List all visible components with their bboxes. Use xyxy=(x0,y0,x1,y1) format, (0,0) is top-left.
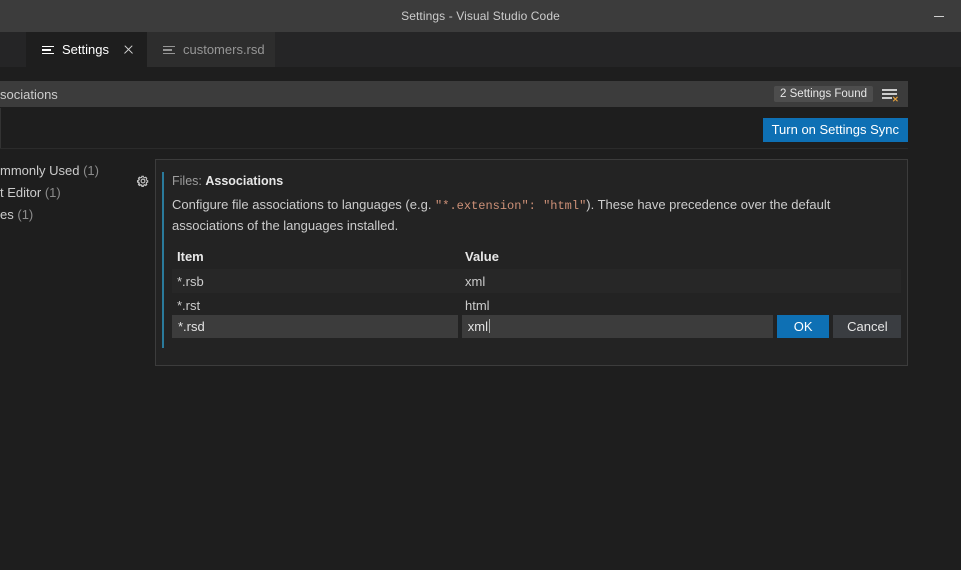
cancel-button[interactable]: Cancel xyxy=(833,315,901,338)
header-left-rail xyxy=(0,108,1,148)
minimize-button[interactable] xyxy=(916,0,961,32)
tab-settings[interactable]: Settings xyxy=(26,32,147,67)
setting-card-files-associations: Files: Associations Configure file assoc… xyxy=(155,159,908,366)
sidebar-item-files[interactable]: es (1) xyxy=(0,204,130,226)
associations-table: Item Value *.rsb xml *.rst html xyxy=(172,244,901,317)
table-row[interactable]: *.rsb xml xyxy=(172,269,901,293)
window-controls xyxy=(916,0,961,32)
sidebar-item-files-count: (1) xyxy=(17,207,33,222)
association-value-input[interactable]: xml xyxy=(462,315,773,338)
settings-table-of-contents: mmonly Used (1) t Editor (1) es (1) xyxy=(0,160,130,226)
table-cell-value: xml xyxy=(460,274,901,289)
setting-description-colon: : xyxy=(529,199,543,213)
tab-strip: Settings customers.rsd xyxy=(26,32,276,67)
sidebar-item-text-editor[interactable]: t Editor (1) xyxy=(0,182,130,204)
filter-clear-icon[interactable]: ✕ xyxy=(880,84,900,104)
turn-on-settings-sync-button[interactable]: Turn on Settings Sync xyxy=(763,118,908,142)
sidebar-item-text-editor-count: (1) xyxy=(45,185,61,200)
vscode-window: Settings - Visual Studio Code Settings c… xyxy=(0,0,961,570)
sidebar-item-commonly-used-count: (1) xyxy=(83,163,99,178)
file-icon xyxy=(161,42,177,58)
results-count-badge: 2 Settings Found xyxy=(774,86,873,102)
column-header-item: Item xyxy=(172,249,460,264)
table-cell-item: *.rsb xyxy=(172,274,460,289)
association-value-input-text: xml xyxy=(468,319,488,334)
sidebar-item-files-label: es xyxy=(0,207,14,222)
settings-file-icon xyxy=(40,42,56,58)
tab-customers-rsd-label: customers.rsd xyxy=(183,42,265,57)
association-item-input[interactable]: *.rsd xyxy=(172,315,458,338)
window-title: Settings - Visual Studio Code xyxy=(401,9,560,23)
table-header-row: Item Value xyxy=(172,244,901,269)
setting-description: Configure file associations to languages… xyxy=(172,195,893,235)
sidebar-item-text-editor-label: t Editor xyxy=(0,185,41,200)
table-cell-value: html xyxy=(460,298,901,313)
table-row[interactable]: *.rst html xyxy=(172,293,901,317)
sidebar-item-commonly-used-label: mmonly Used xyxy=(0,163,79,178)
header-divider xyxy=(0,148,908,149)
settings-search-bar[interactable]: sociations 2 Settings Found ✕ xyxy=(0,81,908,107)
setting-description-code-extension: "*.extension" xyxy=(435,199,529,213)
search-input[interactable]: sociations xyxy=(0,87,774,102)
setting-description-part1: Configure file associations to languages… xyxy=(172,197,435,212)
tab-bar: Settings customers.rsd xyxy=(0,32,961,67)
tab-settings-label: Settings xyxy=(62,42,109,57)
ok-button[interactable]: OK xyxy=(777,315,829,338)
setting-category: Files: xyxy=(172,174,202,188)
title-bar: Settings - Visual Studio Code xyxy=(0,0,961,32)
column-header-value: Value xyxy=(460,249,901,264)
close-icon[interactable] xyxy=(121,42,137,58)
setting-title: Files: Associations xyxy=(172,174,893,188)
setting-card-content: Files: Associations Configure file assoc… xyxy=(172,174,893,235)
table-row-editing: *.rsd xml OK Cancel xyxy=(172,315,901,338)
setting-modified-indicator xyxy=(162,172,164,348)
setting-name: Associations xyxy=(205,174,283,188)
minimize-icon xyxy=(934,16,944,17)
sidebar-item-commonly-used[interactable]: mmonly Used (1) xyxy=(0,160,130,182)
table-cell-item: *.rst xyxy=(172,298,460,313)
text-caret xyxy=(489,319,490,333)
tab-customers-rsd[interactable]: customers.rsd xyxy=(147,32,276,67)
gear-icon[interactable] xyxy=(136,174,150,188)
setting-description-code-html: "html" xyxy=(543,199,586,213)
